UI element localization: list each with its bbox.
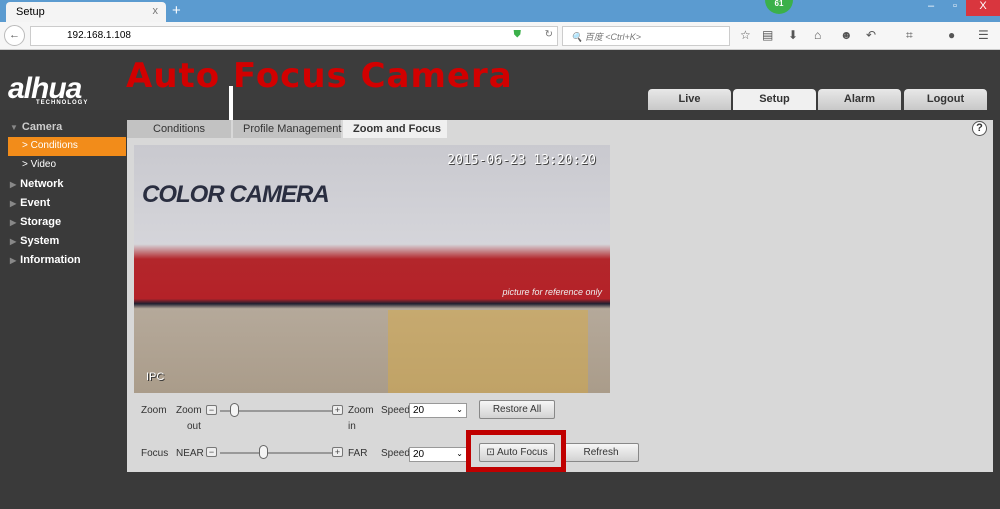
sidebar-item-network[interactable]: ▶ Network — [0, 175, 126, 194]
tab-conditions[interactable]: Conditions — [127, 120, 231, 138]
video-note: picture for reference only — [502, 287, 602, 297]
chevron-down-icon: ⌄ — [456, 405, 463, 414]
download-icon[interactable]: ⬇ — [788, 28, 798, 42]
zoom-out-label: Zoom — [176, 405, 202, 416]
tab-title: Setup — [16, 6, 45, 18]
tab-profile-management[interactable]: Profile Management — [233, 120, 341, 138]
navigation-bar: ← 192.168.1.108 ⛊ ↻ 🔍 百度 <Ctrl+K> ☆ ▤ ⬇ … — [0, 22, 1000, 50]
chevron-right-icon: > — [22, 159, 31, 170]
triangle-right-icon: ▶ — [10, 199, 17, 208]
sidebar: ▼ Camera > Conditions > Video ▶ Network ▶ E… — [0, 118, 126, 270]
video-label: COLOR CAMERA — [142, 181, 330, 208]
annotation-title: Auto Focus Camera — [126, 56, 513, 96]
reading-list-icon[interactable]: ▤ — [762, 28, 773, 42]
new-tab-button[interactable]: + — [172, 2, 181, 19]
notification-badge[interactable]: 61 — [765, 0, 793, 14]
triangle-right-icon: ▶ — [10, 180, 17, 189]
browser-tab[interactable]: Setup x — [6, 2, 166, 22]
home-icon[interactable]: ⌂ — [814, 28, 821, 42]
focus-slider[interactable] — [220, 452, 332, 454]
help-icon[interactable]: ? — [972, 121, 987, 136]
sidebar-item-system[interactable]: ▶ System — [0, 232, 126, 251]
zoom-in-label-2: in — [348, 421, 356, 432]
tab-zoom-and-focus[interactable]: Zoom and Focus — [343, 120, 447, 138]
focus-speed-label: Speed — [381, 448, 410, 459]
sidebar-item-event[interactable]: ▶ Event — [0, 194, 126, 213]
focus-plus-button[interactable]: + — [332, 447, 343, 457]
zoom-minus-button[interactable]: − — [206, 405, 217, 415]
tab-alarm[interactable]: Alarm — [818, 89, 901, 110]
focus-minus-button[interactable]: − — [206, 447, 217, 457]
tab-logout[interactable]: Logout — [904, 89, 987, 110]
url-text: 192.168.1.108 — [67, 30, 131, 41]
triangle-right-icon: ▶ — [10, 237, 17, 246]
emoji-icon[interactable]: ☻ — [840, 28, 853, 42]
zoom-label: Zoom — [141, 405, 167, 416]
reload-icon[interactable]: ↻ — [545, 29, 553, 40]
sidebar-item-information[interactable]: ▶ Information — [0, 251, 126, 270]
chat-icon[interactable]: ● — [948, 28, 955, 42]
tab-live[interactable]: Live — [648, 89, 731, 110]
focus-label: Focus — [141, 448, 169, 459]
zoom-slider-thumb[interactable] — [230, 403, 240, 417]
address-bar[interactable]: 192.168.1.108 ⛊ ↻ — [30, 26, 558, 46]
sidebar-item-conditions[interactable]: > Conditions — [8, 137, 126, 156]
triangle-down-icon: ▼ — [10, 123, 18, 132]
maximize-button[interactable]: ▫ — [942, 0, 968, 16]
menu-icon[interactable]: ☰ — [978, 28, 989, 42]
focus-slider-thumb[interactable] — [259, 445, 269, 459]
restore-all-button[interactable]: Restore All — [479, 400, 555, 419]
crop-icon[interactable]: ⌗ — [906, 28, 913, 43]
tab-close-button[interactable]: x — [153, 5, 159, 17]
undo-icon[interactable]: ↶ — [866, 28, 876, 42]
focus-speed-select[interactable]: 20 ⌄ — [409, 447, 467, 462]
triangle-right-icon: ▶ — [10, 218, 17, 227]
bookmark-star-icon[interactable]: ☆ — [740, 28, 751, 42]
close-window-button[interactable]: X — [966, 0, 1000, 16]
video-timestamp: 2015-06-23 13:20:20 — [447, 153, 596, 168]
dahua-logo: alhua TECHNOLOGY — [8, 72, 89, 106]
video-preview: COLOR CAMERA 2015-06-23 13:20:20 picture… — [134, 145, 610, 393]
shield-icon: ⛊ — [513, 29, 522, 40]
annotation-highlight-box — [466, 430, 566, 472]
tab-setup[interactable]: Setup — [733, 89, 816, 110]
sidebar-item-video[interactable]: > Video — [0, 156, 126, 175]
chevron-right-icon: > — [22, 140, 31, 151]
video-channel: IPC — [146, 371, 165, 383]
focus-near-label: NEAR — [176, 448, 204, 459]
sidebar-item-camera[interactable]: ▼ Camera — [0, 118, 126, 137]
sidebar-item-storage[interactable]: ▶ Storage — [0, 213, 126, 232]
chevron-down-icon: ⌄ — [456, 449, 463, 458]
zoom-plus-button[interactable]: + — [332, 405, 343, 415]
back-arrow-icon[interactable]: ← — [4, 25, 25, 46]
zoom-out-label-2: out — [187, 421, 201, 432]
zoom-in-label: Zoom — [348, 405, 374, 416]
search-placeholder: 百度 <Ctrl+K> — [584, 32, 641, 42]
search-input[interactable]: 🔍 百度 <Ctrl+K> — [562, 26, 730, 46]
zoom-speed-label: Speed — [381, 405, 410, 416]
focus-far-label: FAR — [348, 448, 368, 459]
tape-region — [388, 310, 588, 393]
zoom-speed-select[interactable]: 20 ⌄ — [409, 403, 467, 418]
minimize-button[interactable]: – — [918, 0, 944, 16]
refresh-button[interactable]: Refresh — [563, 443, 639, 462]
browser-tab-bar: Setup x + 61 – ▫ X — [0, 0, 1000, 22]
triangle-right-icon: ▶ — [10, 256, 17, 265]
footer — [0, 472, 1000, 509]
